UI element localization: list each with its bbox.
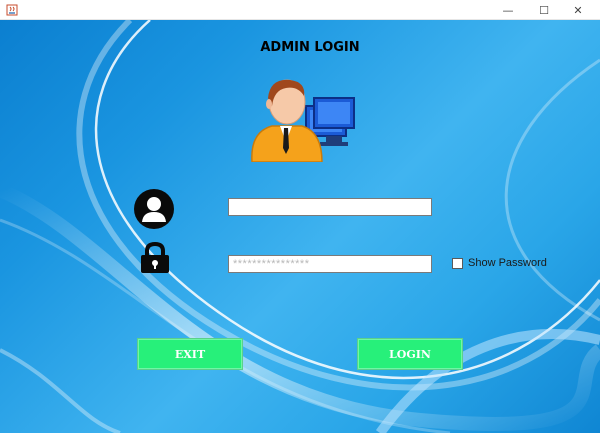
show-password-label: Show Password: [468, 257, 547, 269]
java-app-icon: [6, 4, 18, 16]
login-panel: ADMIN LOGIN Show Password EXIT LOGIN: [0, 20, 600, 433]
login-button[interactable]: LOGIN: [357, 338, 463, 370]
password-input[interactable]: [228, 255, 432, 273]
user-circle-icon: [134, 189, 174, 229]
window-titlebar: — ☐ ✕: [0, 0, 600, 20]
show-password-toggle[interactable]: Show Password: [452, 257, 547, 269]
username-input[interactable]: [228, 198, 432, 216]
page-title: ADMIN LOGIN: [260, 40, 360, 55]
admin-avatar-icon: [251, 79, 355, 162]
padlock-icon: [141, 242, 169, 273]
show-password-checkbox[interactable]: [452, 257, 463, 269]
close-button[interactable]: ✕: [556, 0, 600, 20]
exit-button[interactable]: EXIT: [137, 338, 243, 370]
